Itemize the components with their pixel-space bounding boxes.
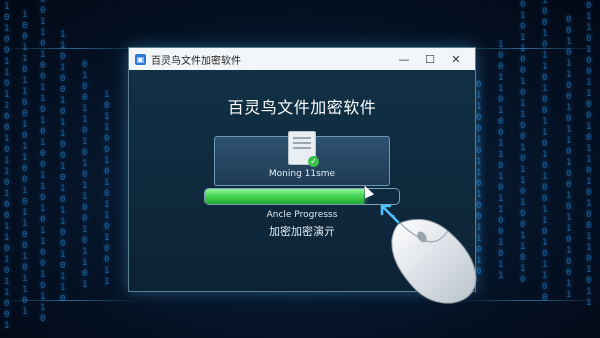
file-name-label: Moning 11sme [268, 169, 336, 179]
app-logo-icon: ▣ [135, 53, 146, 65]
document-check-icon [288, 131, 319, 167]
title-bar[interactable]: ▣ 百灵鸟文件加密软件 — ☐ ✕ [129, 48, 475, 70]
glow-line [0, 300, 140, 301]
minimize-button[interactable]: — [391, 48, 417, 70]
background-code-left: 0 1 1 0 1 0 0 1 1 0 1 1 0 0 1 0 1 1 0 1 … [4, 0, 110, 331]
page-title: 百灵鸟文件加密软件 [227, 98, 377, 117]
click-arrow-icon [380, 204, 400, 224]
file-drop-panel[interactable]: Moning 11sme [214, 131, 390, 186]
close-button[interactable]: ✕ [443, 48, 469, 70]
computer-mouse-icon [391, 215, 477, 304]
progress-fill [205, 189, 365, 204]
window-title: 百灵鸟文件加密软件 [151, 55, 241, 67]
maximize-button[interactable]: ☐ [417, 48, 443, 70]
background-code-right: 0 1 1 0 0 1 0 1 1 0 1 0 0 1 1 0 1 0 1 0 … [476, 0, 592, 308]
